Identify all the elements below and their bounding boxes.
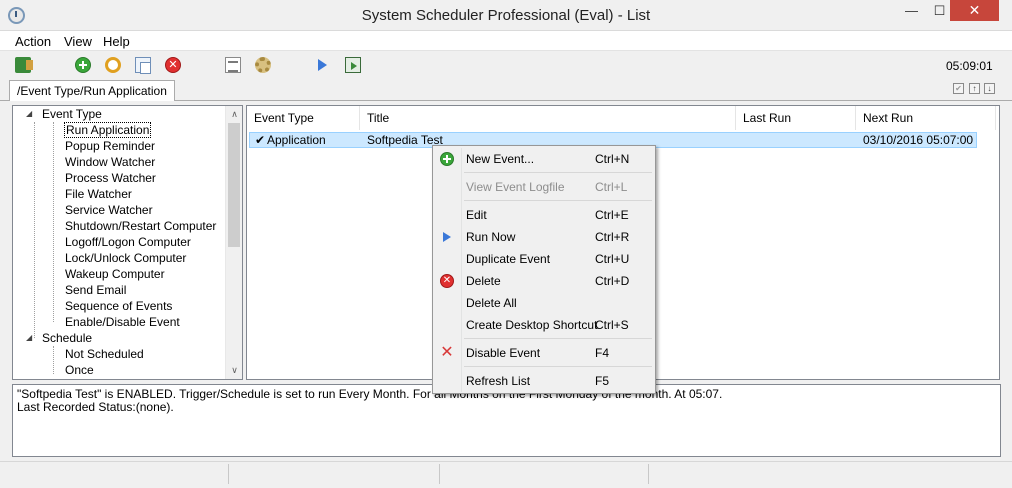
delete-icon[interactable]: ✕	[165, 57, 181, 73]
tree-item-wakeup[interactable]: Wakeup Computer	[65, 266, 165, 282]
menu-bar: Action View Help	[0, 31, 1012, 51]
cell-event-type: Application	[267, 133, 326, 147]
menu-separator	[464, 366, 652, 367]
menu-item-delete-all[interactable]: Delete All	[433, 292, 655, 314]
tree-item-run-application[interactable]: Run Application	[63, 122, 152, 138]
tree-item-window-watcher[interactable]: Window Watcher	[65, 154, 155, 170]
tab-down-button[interactable]: ↓	[984, 83, 995, 94]
tab-run-application[interactable]: /Event Type/Run Application	[9, 80, 175, 101]
minimize-button[interactable]: —	[898, 0, 925, 21]
toolbar: ✕ 05:09:01	[0, 52, 1012, 78]
event-type-tree[interactable]: ◢ Event Type Run Application Popup Remin…	[12, 105, 243, 380]
tree-item-enable-disable[interactable]: Enable/Disable Event	[65, 314, 180, 330]
title-bar: System Scheduler Professional (Eval) - L…	[0, 0, 1012, 31]
clock-display: 05:09:01	[946, 59, 993, 73]
run-now-icon[interactable]	[318, 59, 327, 71]
view-logfile-icon[interactable]	[225, 57, 241, 73]
scroll-up-arrow-icon[interactable]: ∧	[226, 106, 242, 123]
add-icon	[440, 152, 454, 166]
tree-item-once[interactable]: Once	[65, 362, 94, 378]
menu-help[interactable]: Help	[103, 34, 130, 49]
status-bar	[0, 461, 1012, 488]
scroll-down-arrow-icon[interactable]: ∨	[226, 362, 242, 379]
menu-separator	[464, 172, 652, 173]
exit-icon[interactable]	[15, 57, 33, 73]
tree-scrollbar[interactable]: ∧ ∨	[225, 106, 242, 379]
new-event-icon[interactable]	[75, 57, 91, 73]
menu-item-delete[interactable]: ✕ Delete Ctrl+D	[433, 270, 655, 292]
tree-item-process-watcher[interactable]: Process Watcher	[65, 170, 156, 186]
tab-up-button[interactable]: ↑	[969, 83, 980, 94]
close-button[interactable]: ✕	[950, 0, 999, 21]
tree-item-popup-reminder[interactable]: Popup Reminder	[65, 138, 155, 154]
tree-connector	[53, 346, 54, 374]
menu-item-desktop-shortcut[interactable]: Create Desktop Shortcut Ctrl+S	[433, 314, 655, 336]
menu-item-refresh-list[interactable]: Refresh List F5	[433, 370, 655, 392]
menu-item-disable-event[interactable]: ✕ Disable Event F4	[433, 342, 655, 364]
column-title[interactable]: Title	[360, 106, 736, 130]
x-icon: ✕	[440, 344, 454, 361]
tree-item-sequence[interactable]: Sequence of Events	[65, 298, 172, 314]
edit-event-icon[interactable]	[105, 57, 121, 73]
settings-gear-icon[interactable]	[255, 57, 271, 73]
status-divider	[439, 464, 440, 484]
tree-item-service-watcher[interactable]: Service Watcher	[65, 202, 153, 218]
context-menu: New Event... Ctrl+N View Event Logfile C…	[432, 145, 656, 394]
tree-connector	[34, 122, 35, 338]
menu-separator	[464, 338, 652, 339]
status-divider	[228, 464, 229, 484]
duplicate-icon[interactable]	[135, 57, 151, 74]
tree-node-label: Schedule	[42, 331, 93, 345]
tree-node-event-type[interactable]: ◢ Event Type	[26, 106, 102, 122]
status-divider	[648, 464, 649, 484]
expand-arrow-icon[interactable]: ◢	[26, 106, 32, 122]
export-icon[interactable]	[345, 57, 361, 73]
tree-item-logoff-logon[interactable]: Logoff/Logon Computer	[65, 234, 191, 250]
tab-check-button[interactable]: ✔	[953, 83, 964, 94]
event-status-text: "Softpedia Test" is ENABLED. Trigger/Sch…	[12, 384, 1001, 457]
tree-connector	[53, 122, 54, 322]
column-next-run[interactable]: Next Run	[856, 106, 996, 130]
tree-node-schedule[interactable]: ◢ Schedule	[26, 330, 92, 346]
menu-item-run-now[interactable]: Run Now Ctrl+R	[433, 226, 655, 248]
tree-item-send-email[interactable]: Send Email	[65, 282, 126, 298]
column-event-type[interactable]: Event Type	[247, 106, 360, 130]
maximize-button[interactable]: ☐	[926, 0, 953, 21]
enabled-check-icon: ✔	[255, 133, 266, 147]
cell-next-run: 03/10/2016 05:07:00	[863, 133, 974, 147]
status-line: Last Recorded Status:(none).	[17, 400, 174, 414]
tree-item-lock-unlock[interactable]: Lock/Unlock Computer	[65, 250, 186, 266]
delete-icon: ✕	[440, 274, 454, 288]
menu-action[interactable]: Action	[15, 34, 51, 49]
expand-arrow-icon[interactable]: ◢	[26, 330, 32, 346]
menu-separator	[464, 200, 652, 201]
play-icon	[443, 232, 451, 242]
column-last-run[interactable]: Last Run	[736, 106, 856, 130]
tab-strip: /Event Type/Run Application ✔ ↑ ↓	[0, 79, 1012, 101]
menu-view[interactable]: View	[64, 34, 92, 49]
menu-item-new-event[interactable]: New Event... Ctrl+N	[433, 148, 655, 170]
menu-item-view-logfile: View Event Logfile Ctrl+L	[466, 180, 628, 194]
window-title: System Scheduler Professional (Eval) - L…	[361, 7, 651, 24]
tree-item-file-watcher[interactable]: File Watcher	[65, 186, 132, 202]
tree-node-label: Event Type	[42, 107, 102, 121]
tree-item-not-scheduled[interactable]: Not Scheduled	[65, 346, 144, 362]
scrollbar-thumb[interactable]	[228, 123, 240, 247]
menu-item-edit[interactable]: Edit Ctrl+E	[433, 204, 655, 226]
tree-item-shutdown-restart[interactable]: Shutdown/Restart Computer	[65, 218, 216, 234]
menu-item-duplicate[interactable]: Duplicate Event Ctrl+U	[433, 248, 655, 270]
